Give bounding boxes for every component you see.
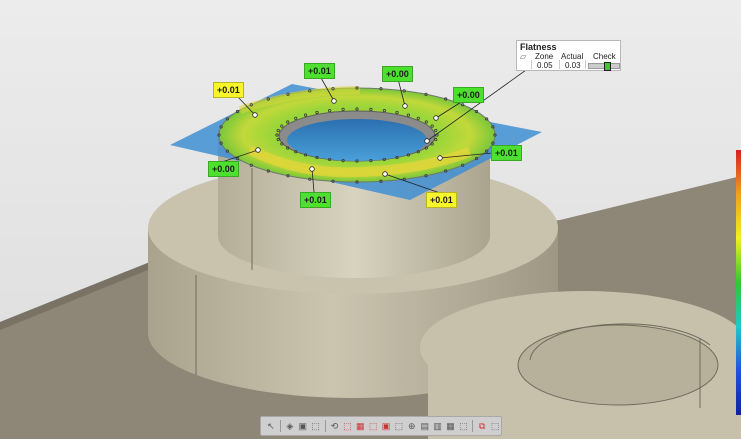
- deviation-label[interactable]: +0.00: [208, 161, 239, 177]
- check-header: Check: [593, 52, 616, 61]
- deviation-label[interactable]: +0.01: [426, 192, 457, 208]
- toolbar-button[interactable]: ⊕: [406, 420, 418, 432]
- toolbar-button[interactable]: ⬚: [367, 420, 379, 432]
- toolbar-button[interactable]: ⧉: [476, 420, 488, 432]
- deviation-label[interactable]: +0.00: [453, 87, 484, 103]
- toolbar-button[interactable]: ▤: [419, 420, 431, 432]
- flatness-panel[interactable]: Flatness ▱ Zone Actual Check 0.05 0.03: [516, 40, 621, 71]
- zone-header: Zone: [535, 52, 554, 61]
- toolbar-button[interactable]: ⟲: [329, 420, 341, 432]
- 3d-viewport[interactable]: +0.01 +0.01 +0.00 +0.00 +0.01 +0.00 +0.0…: [0, 0, 741, 439]
- deviation-label[interactable]: +0.00: [382, 66, 413, 82]
- toolbar-button[interactable]: ▣: [380, 420, 392, 432]
- right-cylinder-bore: [517, 324, 719, 406]
- deviation-label[interactable]: +0.01: [491, 145, 522, 161]
- toolbar-button[interactable]: ⬚: [310, 420, 322, 432]
- deviation-label[interactable]: +0.01: [304, 63, 335, 79]
- toolbar-button[interactable]: ⬚: [489, 420, 501, 432]
- toolbar-button[interactable]: ▥: [432, 420, 444, 432]
- flatness-title: Flatness: [520, 42, 557, 52]
- view-toolbar: ↖ ◈ ▣ ⬚ ⟲ ⬚ ▦ ⬚ ▣ ⬚ ⊕ ▤ ▥ ▦ ⬚ ⧉ ⬚: [260, 416, 502, 436]
- deviation-label[interactable]: +0.01: [213, 82, 244, 98]
- toolbar-button[interactable]: ⬚: [393, 420, 405, 432]
- actual-header: Actual: [561, 52, 584, 61]
- toolbar-button[interactable]: ⬚: [457, 420, 469, 432]
- toolbar-button[interactable]: ⬚: [341, 420, 353, 432]
- deviation-label[interactable]: +0.01: [300, 192, 331, 208]
- flatness-symbol-icon: ▱: [520, 52, 527, 61]
- toolbar-button[interactable]: ◈: [284, 420, 296, 432]
- bore-hole: [287, 119, 427, 161]
- part-model[interactable]: [0, 0, 741, 439]
- deviation-color-scale: [736, 150, 741, 415]
- actual-value: 0.03: [565, 61, 581, 70]
- toolbar-button[interactable]: ▦: [354, 420, 366, 432]
- check-indicator: [588, 62, 620, 71]
- toolbar-button[interactable]: ▦: [445, 420, 457, 432]
- zone-value: 0.05: [537, 61, 553, 70]
- toolbar-button[interactable]: ▣: [297, 420, 309, 432]
- toolbar-button[interactable]: ↖: [265, 420, 277, 432]
